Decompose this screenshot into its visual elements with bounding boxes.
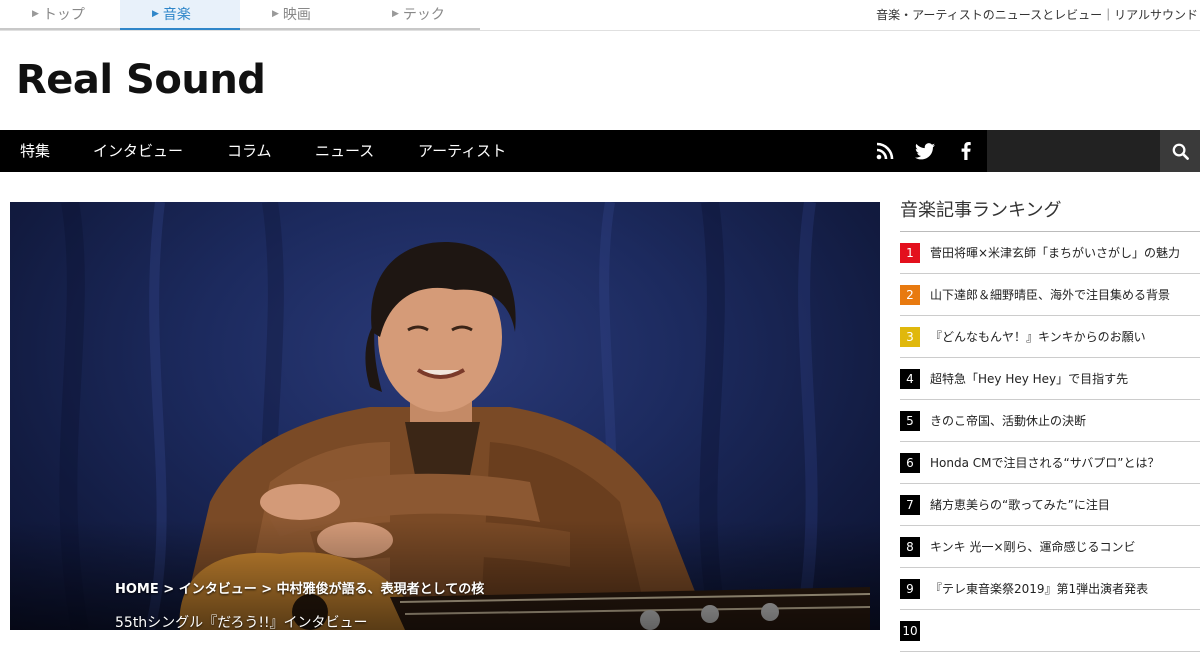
nav-item-column[interactable]: コラム [227, 130, 272, 172]
rss-icon[interactable] [865, 130, 905, 172]
ranking-item[interactable]: 7 緒方恵美らの“歌ってみた”に注目 [900, 484, 1200, 526]
nav-item-features[interactable]: 特集 [20, 130, 50, 172]
site-tagline: 音楽・アーティストのニュースとレビュー｜リアルサウンド [876, 8, 1198, 22]
nav-item-artist[interactable]: アーティスト [418, 130, 506, 172]
category-bar: ▶ トップ ▶ 音楽 ▶ 映画 ▶ テック 音楽・アーティストのニュースとレビュー｜リア… [0, 0, 1200, 30]
rank-number: 7 [900, 494, 920, 515]
rank-headline: 『どんなもんヤ！』キンキからのお願い [930, 330, 1146, 344]
search-input[interactable] [987, 130, 1160, 172]
tab-movie[interactable]: ▶ 映画 [240, 0, 360, 28]
triangle-right-icon: ▶ [392, 9, 399, 19]
hero-article[interactable]: HOME > インタビュー > 中村雅俊が語る、表現者としての核 55thシング… [10, 202, 880, 630]
tab-label: テック [402, 7, 445, 23]
facebook-icon[interactable] [946, 130, 986, 172]
rank-headline: キンキ 光一×剛ら、運命感じるコンビ [930, 540, 1136, 554]
ranking-item[interactable]: 8 キンキ 光一×剛ら、運命感じるコンビ [900, 526, 1200, 568]
music-ranking: 音楽記事ランキング 1 菅田将暉×米津玄師「まちがいさがし」の魅力 2 山下達郎＆細野… [900, 196, 1200, 652]
tab-tech[interactable]: ▶ テック [360, 0, 480, 28]
rank-number: 4 [900, 368, 920, 389]
nav-item-interview[interactable]: インタビュー [93, 130, 183, 172]
tab-label: 映画 [282, 7, 311, 23]
rank-number: 9 [900, 578, 920, 599]
tab-label: トップ [42, 7, 85, 23]
rank-headline: 山下達郎＆細野晴臣、海外で注目集める背景 [930, 288, 1171, 302]
rank-headline: 超特急「Hey Hey Hey」で目指す先 [930, 372, 1129, 386]
article-subtitle: 55thシングル『だろう!!』インタビュー [115, 615, 368, 630]
ranking-item[interactable]: 3 『どんなもんヤ！』キンキからのお願い [900, 316, 1200, 358]
ranking-item[interactable]: 10 [900, 610, 1200, 652]
search-button[interactable] [1160, 130, 1200, 172]
rank-number: 3 [900, 326, 920, 347]
nav-item-news[interactable]: ニュース [315, 130, 374, 172]
rank-headline: 緒方恵美らの“歌ってみた”に注目 [930, 498, 1110, 512]
ranking-item[interactable]: 5 きのこ帝国、活動休止の決断 [900, 400, 1200, 442]
triangle-right-icon: ▶ [32, 9, 39, 19]
rank-number: 5 [900, 410, 920, 431]
ranking-item[interactable]: 2 山下達郎＆細野晴臣、海外で注目集める背景 [900, 274, 1200, 316]
rank-number: 8 [900, 536, 920, 557]
rank-number: 6 [900, 452, 920, 473]
breadcrumb[interactable]: HOME > インタビュー > 中村雅俊が語る、表現者としての核 [115, 578, 484, 597]
ranking-item[interactable]: 6 Honda CMで注目される“サバプロ”とは？ [900, 442, 1200, 484]
rank-headline: 菅田将暉×米津玄師「まちがいさがし」の魅力 [930, 246, 1181, 260]
site-header: Real Sound [0, 30, 1200, 130]
ranking-title: 音楽記事ランキング [900, 196, 1200, 232]
rank-headline: きのこ帝国、活動休止の決断 [930, 414, 1087, 428]
search-icon [1172, 143, 1189, 160]
rank-headline: Honda CMで注目される“サバプロ”とは？ [930, 456, 1160, 470]
triangle-right-icon: ▶ [152, 9, 159, 19]
tab-top[interactable]: ▶ トップ [0, 0, 120, 28]
rank-number: 1 [900, 242, 920, 263]
twitter-icon[interactable] [905, 130, 945, 172]
rank-number: 10 [900, 620, 920, 641]
rank-headline: 『テレ東音楽祭2019』第1弾出演者発表 [930, 582, 1149, 596]
triangle-right-icon: ▶ [272, 9, 279, 19]
category-tabs: ▶ トップ ▶ 音楽 ▶ 映画 ▶ テック [0, 0, 480, 30]
rank-number: 2 [900, 284, 920, 305]
main-nav: 特集 インタビュー コラム ニュース アーティスト [0, 130, 1200, 172]
ranking-item[interactable]: 1 菅田将暉×米津玄師「まちがいさがし」の魅力 [900, 232, 1200, 274]
ranking-item[interactable]: 9 『テレ東音楽祭2019』第1弾出演者発表 [900, 568, 1200, 610]
tab-music[interactable]: ▶ 音楽 [120, 0, 240, 30]
ranking-list: 1 菅田将暉×米津玄師「まちがいさがし」の魅力 2 山下達郎＆細野晴臣、海外で注目集め… [900, 232, 1200, 652]
site-logo[interactable]: Real Sound [16, 57, 266, 103]
ranking-item[interactable]: 4 超特急「Hey Hey Hey」で目指す先 [900, 358, 1200, 400]
tab-label: 音楽 [162, 7, 191, 23]
